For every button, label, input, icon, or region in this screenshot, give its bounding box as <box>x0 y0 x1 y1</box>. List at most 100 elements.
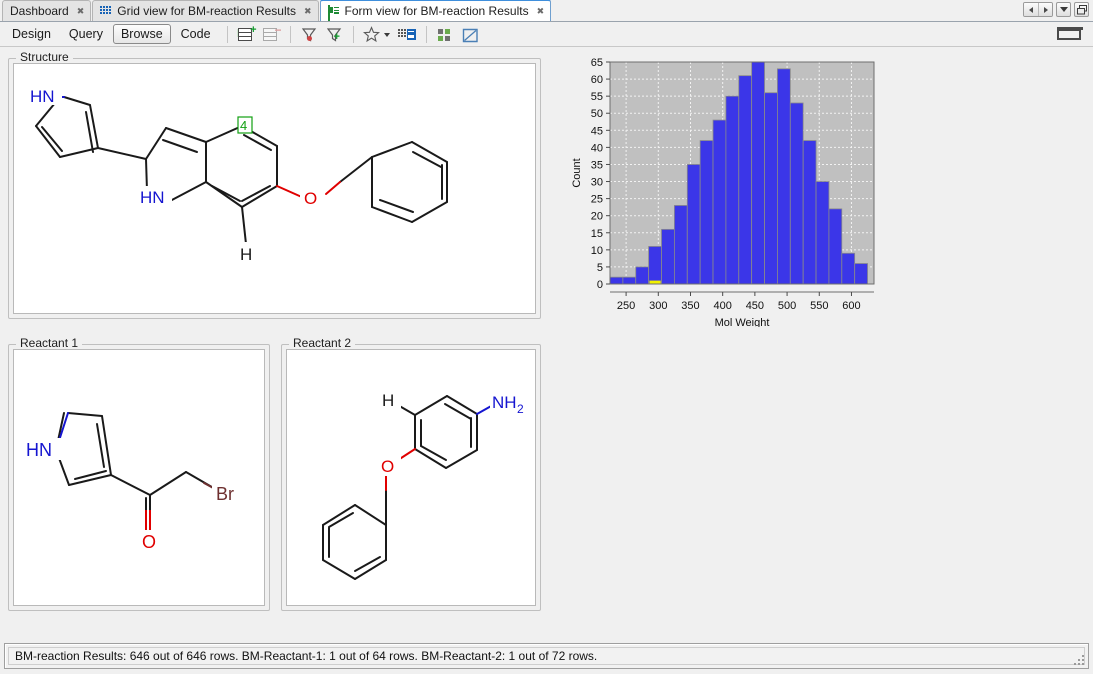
atom-label-nh2-subscript: 2 <box>517 402 524 416</box>
atom-label-hn-pyrrole: HN <box>30 87 55 106</box>
favorites-star-icon[interactable] <box>362 25 378 44</box>
toolbar-separator <box>426 26 427 43</box>
scroll-tabs-right-button[interactable] <box>1038 3 1052 16</box>
x-tick-label: 600 <box>842 300 860 312</box>
histogram-bar <box>700 141 713 284</box>
reactant1-canvas[interactable]: HN O Br <box>13 349 265 606</box>
restore-window-icon <box>1077 5 1087 15</box>
x-tick-label: 250 <box>617 300 635 312</box>
y-tick-label: 35 <box>591 159 603 171</box>
y-tick-label: 10 <box>591 245 603 257</box>
histogram-bar <box>842 253 855 284</box>
toolbar-query-button[interactable]: Query <box>61 24 111 44</box>
restore-window-button[interactable] <box>1074 2 1089 17</box>
x-tick-label: 300 <box>649 300 667 312</box>
tab-scroll-buttons <box>1023 2 1053 17</box>
reactant2-molecule-drawing: H O NH 2 <box>287 350 535 600</box>
status-bar: BM-reaction Results: 646 out of 646 rows… <box>4 643 1089 669</box>
x-axis-label: Mol Weight <box>715 317 770 327</box>
star-shape <box>363 26 380 43</box>
tab-list-dropdown-button[interactable] <box>1056 2 1071 17</box>
y-tick-label: 25 <box>591 194 603 206</box>
tab-close-icon[interactable]: ✖ <box>304 7 312 16</box>
histogram-bar <box>713 120 726 284</box>
tab-label: Grid view for BM-reaction Results <box>117 4 296 18</box>
histogram-bar <box>662 229 675 284</box>
toolbar: Design Query Browse Code + − + <box>0 22 1093 47</box>
tab-close-icon[interactable]: ✖ <box>77 7 85 16</box>
book-view-icon[interactable] <box>1057 27 1083 42</box>
reactant1-panel: Reactant 1 <box>8 338 270 611</box>
histogram-bar <box>726 96 739 284</box>
toolbar-separator <box>290 26 291 43</box>
y-tick-label: 45 <box>591 125 603 137</box>
layout-quadrants-icon[interactable] <box>435 25 456 44</box>
toolbar-code-button[interactable]: Code <box>173 24 219 44</box>
y-tick-label: 30 <box>591 177 603 189</box>
structure-panel: Structure <box>8 52 541 319</box>
y-tick-label: 5 <box>597 262 603 274</box>
histogram-bar <box>790 103 803 284</box>
histogram-bar-highlight <box>649 281 660 284</box>
atom-label-o: O <box>142 532 156 552</box>
filter-active-icon[interactable] <box>299 25 320 44</box>
histogram-bar <box>803 141 816 284</box>
histogram-bar <box>855 264 868 284</box>
form-icon <box>328 6 340 17</box>
toolbar-browse-button[interactable]: Browse <box>113 24 171 44</box>
favorites-dropdown-caret-icon[interactable] <box>382 25 392 44</box>
atom-label-nh-indole: HN <box>140 188 165 207</box>
tab-form-view[interactable]: Form view for BM-reaction Results ✖ <box>320 0 552 21</box>
structure-molecule-drawing: HN HN O H 4 <box>14 64 535 308</box>
y-tick-label: 20 <box>591 211 603 223</box>
atom-label-br: Br <box>216 484 234 504</box>
tab-label: Form view for BM-reaction Results <box>345 4 529 18</box>
atom-map-label: 4 <box>240 118 247 133</box>
atom-label-nh2: NH <box>492 393 517 412</box>
x-tick-label: 500 <box>778 300 796 312</box>
reactant2-canvas[interactable]: H O NH 2 <box>286 349 536 606</box>
toolbar-design-button[interactable]: Design <box>4 24 59 44</box>
y-tick-label: 0 <box>597 279 603 291</box>
histogram-bar <box>752 62 765 284</box>
tab-dashboard[interactable]: Dashboard ✖ <box>2 0 91 21</box>
add-filter-icon[interactable]: + <box>324 25 345 44</box>
y-tick-label: 15 <box>591 228 603 240</box>
histogram-bar <box>777 69 790 284</box>
atom-label-o-ether: O <box>304 189 317 208</box>
reactant2-panel: Reactant 2 <box>281 338 541 611</box>
histogram-bar <box>623 277 636 284</box>
histogram-bar <box>739 76 752 284</box>
resize-grip-icon[interactable] <box>1073 654 1085 666</box>
export-shape <box>462 28 479 43</box>
tab-grid-view[interactable]: Grid view for BM-reaction Results ✖ <box>92 0 318 21</box>
atom-label-h: H <box>382 391 394 410</box>
mol-weight-histogram[interactable]: 0510152025303540455055606525030035040045… <box>568 52 898 327</box>
atom-label-hn: HN <box>26 440 52 460</box>
reactant1-molecule-drawing: HN O Br <box>14 350 264 600</box>
tab-bar: Dashboard ✖ Grid view for BM-reaction Re… <box>0 0 1093 22</box>
y-tick-label: 55 <box>591 91 603 103</box>
tab-label: Dashboard <box>10 4 69 18</box>
histogram-bar <box>687 164 700 284</box>
histogram-svg: 0510152025303540455055606525030035040045… <box>568 52 898 327</box>
histogram-bar <box>649 246 662 284</box>
save-list-icon[interactable] <box>396 25 418 44</box>
window-controls <box>1023 2 1089 17</box>
x-tick-label: 550 <box>810 300 828 312</box>
structure-canvas[interactable]: HN HN O H 4 <box>13 63 536 314</box>
y-tick-label: 40 <box>591 142 603 154</box>
histogram-bar <box>829 209 842 284</box>
toolbar-separator <box>227 26 228 43</box>
tab-close-icon[interactable]: ✖ <box>537 7 545 16</box>
toolbar-separator <box>353 26 354 43</box>
export-icon[interactable] <box>460 25 481 44</box>
histogram-bar <box>636 267 649 284</box>
y-tick-label: 60 <box>591 74 603 86</box>
add-table-icon[interactable]: + <box>236 25 257 44</box>
scroll-tabs-left-button[interactable] <box>1024 3 1038 16</box>
y-tick-label: 65 <box>591 57 603 69</box>
y-axis-label: Count <box>571 158 583 187</box>
reactant1-panel-label: Reactant 1 <box>16 337 82 349</box>
y-tick-label: 50 <box>591 108 603 120</box>
